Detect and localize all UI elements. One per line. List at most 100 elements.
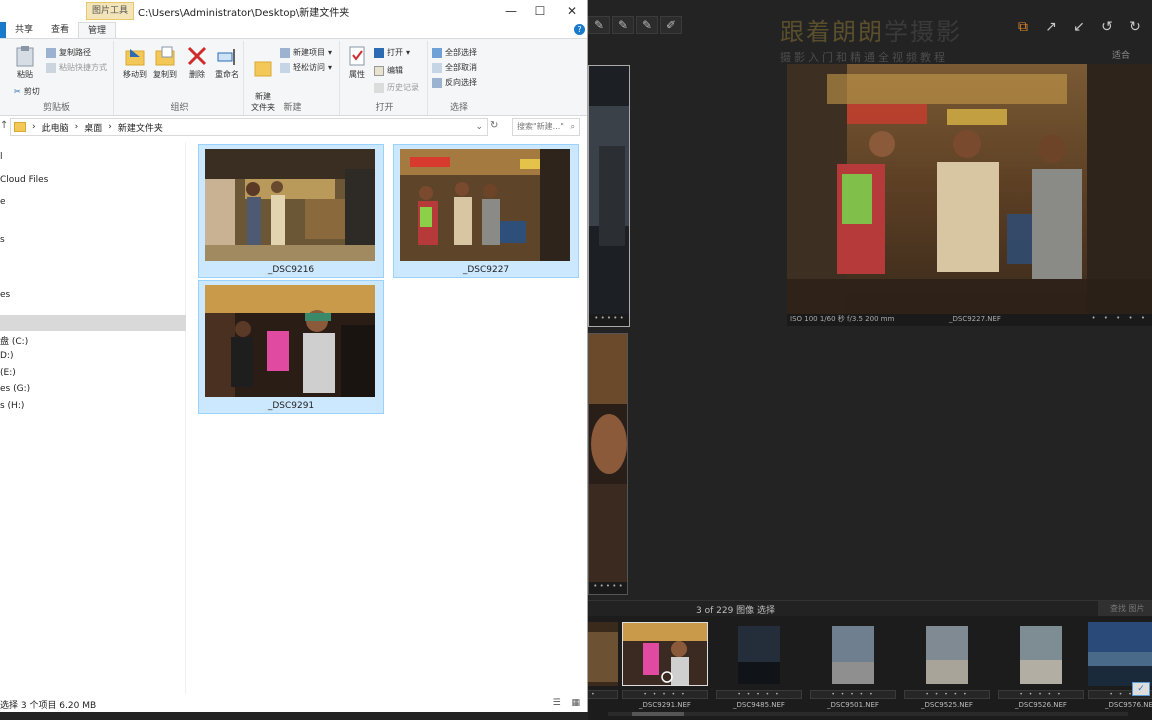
filmstrip-stars[interactable]: • • • • •	[716, 690, 802, 699]
brush-tool-1-icon[interactable]: ✎	[588, 16, 610, 34]
nav-item-drive-h[interactable]: s (H:)	[0, 401, 24, 411]
filmstrip-thumb	[622, 622, 708, 686]
file-tile[interactable]: _DSC9291	[198, 280, 384, 414]
copy-path-label: 复制路径	[59, 48, 91, 57]
delete-button[interactable]: 删除	[182, 45, 212, 80]
filmstrip-filename: _DSC9485.NEF	[733, 701, 785, 709]
editor-search-field[interactable]: 查找 图片	[1098, 601, 1152, 616]
checkmark-icon[interactable]: ✓	[1132, 682, 1150, 696]
dropdown-arrow-icon: ▾	[328, 48, 333, 57]
invert-selection-label: 反向选择	[445, 78, 477, 87]
breadcrumb-new-folder[interactable]: 新建文件夹	[118, 121, 163, 134]
rename-button[interactable]: 重命名	[212, 45, 242, 80]
eraser-tool-icon[interactable]: ✐	[660, 16, 682, 34]
invert-selection-button[interactable]: 反向选择	[432, 77, 477, 88]
select-group: 全部选择 全部取消 反向选择 选择	[430, 41, 488, 115]
select-none-button[interactable]: 全部取消	[432, 62, 477, 73]
properties-button[interactable]: 属性	[342, 45, 372, 80]
filmstrip-item-selected[interactable]: • • • • • _DSC9291.NEF	[622, 620, 710, 709]
copy-path-button[interactable]: 复制路径	[46, 47, 91, 58]
nav-item[interactable]: s	[0, 235, 5, 245]
cut-label: 剪切	[23, 87, 40, 96]
collapse-icon[interactable]: ↙	[1070, 18, 1088, 36]
filmstrip-stars[interactable]: • • • • •	[904, 690, 990, 699]
history-button[interactable]: 历史记录	[374, 82, 419, 93]
open-button[interactable]: 打开 ▾	[374, 47, 410, 58]
filmstrip-stars[interactable]: • • • • •	[810, 690, 896, 699]
search-input[interactable]: 搜索"新建..." ⌕	[512, 118, 580, 136]
smiling-man-image	[205, 285, 375, 397]
breadcrumb-desktop[interactable]: 桌面	[84, 121, 102, 134]
exif-info: ISO 100 1/60 秒 f/3.5 200 mm	[790, 315, 895, 323]
stack-icon[interactable]: ⧉	[1014, 18, 1032, 36]
nav-item[interactable]: l	[0, 152, 3, 162]
main-preview-filename: _DSC9227.NEF	[949, 315, 1001, 323]
compare-thumb-bottom[interactable]: • • • • •	[588, 333, 628, 595]
filmstrip-thumb	[998, 622, 1084, 686]
address-bar[interactable]: › 此电脑 › 桌面 › 新建文件夹 ⌄	[10, 118, 488, 136]
nav-item-drive-d[interactable]: D:)	[0, 351, 13, 361]
compare-thumb-top[interactable]: • • • • •	[588, 65, 630, 327]
paste-shortcut-icon	[46, 62, 56, 73]
filmstrip-item[interactable]: • • • • • _DSC9485.NEF	[716, 620, 804, 709]
nav-item-drive-c[interactable]: 盘 (C:)	[0, 334, 28, 347]
window-title-path: C:\Users\Administrator\Desktop\新建文件夹	[138, 8, 350, 19]
tab-view[interactable]: 查看	[42, 22, 78, 38]
expand-icon[interactable]: ↗	[1042, 18, 1060, 36]
view-toggle-icons[interactable]: ☰ ▦	[553, 698, 584, 708]
edit-button[interactable]: 编辑	[374, 65, 403, 76]
fit-zoom-label[interactable]: 适合	[1112, 48, 1130, 61]
compare-thumb-top-strip: • • • • •	[589, 314, 629, 326]
filmstrip-item[interactable]: • • • • • _DSC9526.NEF	[998, 620, 1086, 709]
image-count-label: 3 of 229 图像 选择	[696, 606, 776, 616]
tab-share[interactable]: 共享	[6, 22, 42, 38]
open-group: 属性 打开 ▾ 编辑 历史记录 打开	[342, 41, 428, 115]
brush-tool-3-icon[interactable]: ✎	[636, 16, 658, 34]
rotate-left-icon[interactable]: ↺	[1098, 18, 1116, 36]
filmstrip-scroll-knob[interactable]	[632, 712, 684, 716]
move-to-button[interactable]: 移动到	[120, 45, 150, 80]
new-item-button[interactable]: 新建项目 ▾	[280, 47, 332, 58]
help-icon[interactable]: ?	[574, 24, 585, 35]
rotate-right-icon[interactable]: ↻	[1126, 18, 1144, 36]
refresh-icon[interactable]: ↻	[490, 120, 498, 131]
nav-item[interactable]: es	[0, 290, 10, 300]
nav-item-drive-e[interactable]: (E:)	[0, 368, 16, 378]
delete-x-icon	[187, 46, 207, 66]
filmstrip-stars[interactable]: • • • • •	[998, 690, 1084, 699]
history-label: 历史记录	[387, 83, 419, 92]
select-all-button[interactable]: 全部选择	[432, 47, 477, 58]
brand-watermark: 跟着朗朗学摄影 摄影入门和精通全视频教程	[780, 12, 962, 65]
paste-button[interactable]: 粘贴	[10, 45, 40, 80]
breadcrumb-this-pc[interactable]: 此电脑	[42, 121, 69, 134]
address-dropdown-icon[interactable]: ⌄	[475, 122, 483, 132]
brand-title: 跟着朗朗学摄影	[780, 18, 962, 46]
nav-item-cloud-files[interactable]: Cloud Files	[0, 175, 48, 185]
nav-item-drive-g[interactable]: es (G:)	[0, 384, 30, 394]
filmstrip-item[interactable]: • • • • • _DSC9501.NEF	[810, 620, 898, 709]
paste-shortcut-button[interactable]: 粘贴快捷方式	[46, 62, 107, 73]
nav-item[interactable]: e	[0, 197, 6, 207]
close-button[interactable]: ✕	[555, 0, 587, 22]
compare-thumb-bottom-image	[589, 334, 627, 584]
copy-to-button[interactable]: 复制到	[150, 45, 180, 80]
ribbon-tab-bar: 共享 查看 管理	[0, 22, 587, 38]
history-icon	[374, 82, 384, 93]
easy-access-button[interactable]: 轻松访问 ▾	[280, 62, 332, 73]
file-tile[interactable]: _DSC9216	[198, 144, 384, 278]
picture-tools-tab[interactable]: 图片工具	[86, 2, 135, 20]
rating-dots[interactable]: • • • • •	[1091, 314, 1148, 322]
up-arrow-icon[interactable]: ↑	[0, 120, 8, 131]
maximize-button[interactable]: ☐	[523, 0, 557, 22]
filmstrip-item[interactable]: • • • • • _DSC9525.NEF	[904, 620, 992, 709]
main-preview-photo[interactable]	[787, 64, 1152, 314]
brush-tool-2-icon[interactable]: ✎	[612, 16, 634, 34]
new-group-label: 新建	[283, 103, 302, 113]
file-list: _DSC9216 _DSC9227 _DSC9291	[188, 142, 587, 694]
cut-button[interactable]: ✂ 剪切	[14, 86, 40, 97]
filmstrip-stars[interactable]: • • • • •	[622, 690, 708, 699]
scissors-icon: ✂	[14, 87, 21, 96]
tab-manage[interactable]: 管理	[78, 22, 117, 38]
file-tile[interactable]: _DSC9227	[393, 144, 579, 278]
filmstrip-scrollbar[interactable]	[608, 712, 1128, 716]
